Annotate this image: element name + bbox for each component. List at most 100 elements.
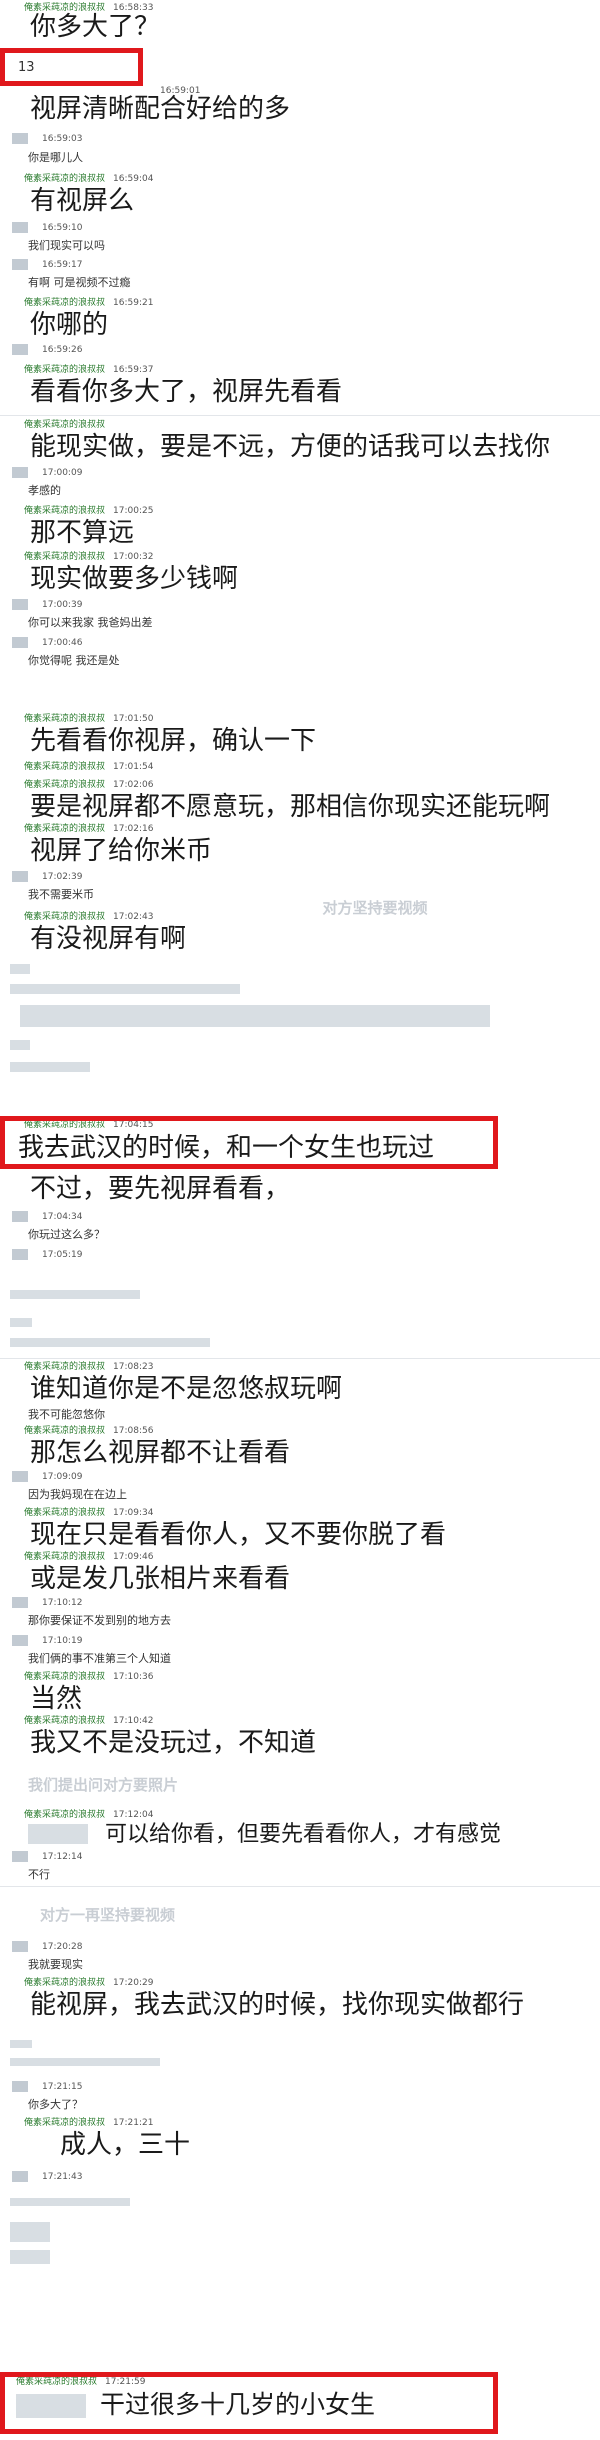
highlight-box (0, 1116, 498, 1169)
message-meta: 俺素采莼凉的浪叔叔 17:08:56 (24, 1426, 153, 1437)
chat-log: 俺素采莼凉的浪叔叔 16:58:33 你多大了？ 13 16:59:01 视屏清晰… (0, 0, 600, 2440)
message-text: 现在只是看看你人，又不要你脱了看 (30, 1520, 447, 1550)
sender-name: 俺素采莼凉的浪叔叔 (24, 420, 106, 430)
blurred-avatar (12, 133, 28, 144)
message-time: 17:00:09 (42, 468, 83, 478)
message-meta: 17:20:28 (34, 1942, 82, 1953)
sender-name: 俺素采莼凉的浪叔叔 (24, 912, 106, 922)
message-text: 现实做要多少钱啊 (30, 564, 239, 594)
message-meta: 俺素采莼凉的浪叔叔 17:02:43 (24, 912, 153, 923)
message-time: 17:00:46 (42, 638, 83, 648)
sender-name: 俺素采莼凉的浪叔叔 (24, 1672, 106, 1682)
message-time: 17:05:19 (42, 1250, 83, 1260)
message-text: 你多大了？ (30, 12, 161, 42)
message-text: 我又不是没玩过，不知道 (30, 1728, 317, 1758)
blurred-text (28, 1824, 88, 1844)
sender-name: 俺素采莼凉的浪叔叔 (24, 174, 106, 184)
blurred-message (20, 1005, 490, 1027)
message-meta: 俺素采莼凉的浪叔叔 16:59:21 (24, 298, 153, 309)
blurred-avatar (12, 1635, 28, 1646)
message-meta: 俺素采莼凉的浪叔叔 (24, 420, 105, 431)
message-time: 17:02:43 (113, 912, 154, 922)
message-time: 16:59:21 (113, 298, 154, 308)
message-text: 能现实做，要是不远，方便的话我可以去找你 (30, 432, 551, 462)
message-text: 那怎么视屏都不让看看 (30, 1438, 291, 1468)
blurred-message (10, 984, 240, 994)
message-text: 因为我妈现在在边上 (28, 1488, 127, 1501)
message-meta: 俺素采莼凉的浪叔叔 17:08:23 (24, 1362, 153, 1373)
message-time: 17:09:09 (42, 1472, 83, 1482)
message-text: 有视屏么 (30, 186, 135, 216)
annotation-label: 对方一再坚持要视频 (40, 1906, 176, 1924)
blurred-message (10, 2250, 50, 2264)
message-meta: 16:59:26 (34, 345, 82, 356)
sender-name: 俺素采莼凉的浪叔叔 (24, 1810, 106, 1820)
message-time: 17:10:12 (42, 1598, 83, 1608)
annotation-label: 我们提出问对方要照片 (28, 1776, 179, 1794)
blurred-avatar (10, 1040, 30, 1050)
blurred-avatar (12, 1471, 28, 1482)
blurred-avatar (12, 1851, 28, 1862)
blurred-avatar (12, 222, 28, 233)
highlight-box (0, 48, 143, 86)
message-meta: 俺素采莼凉的浪叔叔 17:10:36 (24, 1672, 153, 1683)
message-time: 17:00:39 (42, 600, 83, 610)
blurred-avatar (12, 1211, 28, 1222)
message-time: 17:01:50 (113, 714, 154, 724)
blurred-avatar (10, 1318, 32, 1327)
blurred-avatar (10, 964, 30, 974)
message-meta: 17:00:46 (34, 638, 82, 649)
blurred-avatar (12, 1941, 28, 1952)
sender-name: 俺素采莼凉的浪叔叔 (24, 1978, 106, 1988)
blurred-avatar (12, 344, 28, 355)
message-meta: 17:09:09 (34, 1472, 82, 1483)
message-text: 不过，要先视屏看看， (30, 1174, 291, 1204)
sender-name: 俺素采莼凉的浪叔叔 (24, 1716, 106, 1726)
blurred-message (10, 1062, 90, 1072)
blurred-message (10, 2222, 50, 2242)
message-time: 17:02:06 (113, 780, 154, 790)
sender-name: 俺素采莼凉的浪叔叔 (24, 762, 106, 772)
message-time: 16:59:03 (42, 134, 83, 144)
message-time: 17:10:36 (113, 1672, 154, 1682)
blurred-message (10, 2198, 130, 2206)
message-text: 我们现实可以吗 (28, 239, 105, 252)
message-text: 有啊 可是视频不过瘾 (28, 276, 131, 289)
sender-name: 俺素采莼凉的浪叔叔 (24, 1552, 106, 1562)
message-meta: 俺素采莼凉的浪叔叔 16:59:04 (24, 174, 153, 185)
message-meta: 俺素采莼凉的浪叔叔 17:21:21 (24, 2118, 153, 2129)
sender-name: 俺素采莼凉的浪叔叔 (24, 552, 106, 562)
blurred-avatar (12, 599, 28, 610)
message-time: 16:59:04 (113, 174, 154, 184)
blurred-avatar (12, 467, 28, 478)
message-meta: 17:21:15 (34, 2082, 82, 2093)
blurred-avatar (12, 2171, 28, 2182)
message-time: 17:10:19 (42, 1636, 83, 1646)
sender-name: 俺素采莼凉的浪叔叔 (24, 1362, 106, 1372)
message-text: 视屏清晰配合好给的多 (30, 94, 291, 124)
message-meta: 俺素采莼凉的浪叔叔 17:01:50 (24, 714, 153, 725)
message-text: 你可以来我家 我爸妈出差 (28, 616, 153, 629)
message-time: 17:08:23 (113, 1362, 154, 1372)
message-text: 孝感的 (28, 484, 61, 497)
message-time: 17:21:21 (113, 2118, 154, 2128)
message-text: 你觉得呢 我还是处 (28, 654, 120, 667)
message-text: 可以给你看，但要先看看你人，才有感觉 (105, 1822, 502, 1847)
message-meta: 俺素采莼凉的浪叔叔 17:00:32 (24, 552, 153, 563)
message-text: 那不算远 (30, 518, 135, 548)
message-time: 16:59:10 (42, 223, 83, 233)
message-meta: 俺素采莼凉的浪叔叔 17:00:25 (24, 506, 153, 517)
message-meta: 俺素采莼凉的浪叔叔 16:59:37 (24, 365, 153, 376)
message-text: 能视屏，我去武汉的时候，找你现实做都行 (30, 1990, 525, 2020)
blurred-avatar (12, 637, 28, 648)
blurred-avatar (12, 1249, 28, 1260)
message-time: 17:12:04 (113, 1810, 154, 1820)
message-text: 视屏了给你米币 (30, 836, 213, 866)
message-time: 17:02:39 (42, 872, 83, 882)
message-time: 16:59:26 (42, 345, 83, 355)
message-text: 谁知道你是不是忽悠叔玩啊 (30, 1374, 343, 1404)
message-meta: 17:00:09 (34, 468, 82, 479)
message-meta: 17:04:34 (34, 1212, 82, 1223)
message-meta: 俺素采莼凉的浪叔叔 17:09:34 (24, 1508, 153, 1519)
divider (0, 415, 600, 416)
